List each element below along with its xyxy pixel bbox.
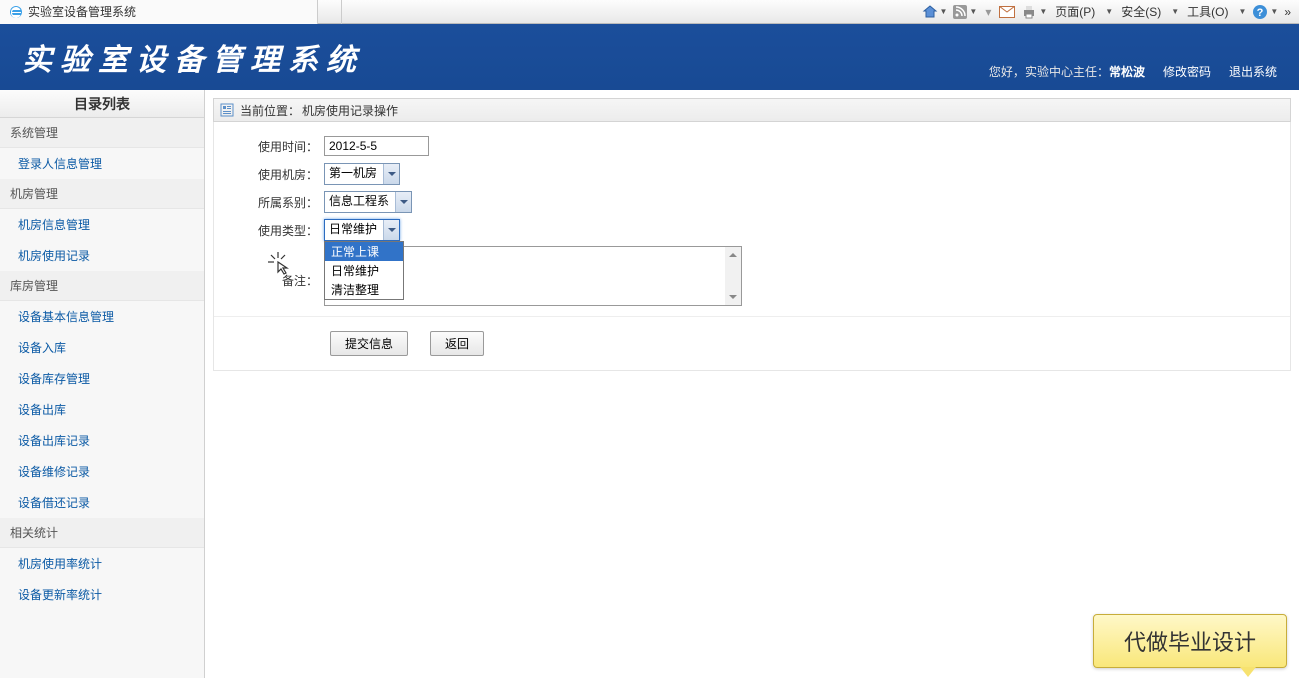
- submit-button[interactable]: 提交信息: [330, 331, 408, 356]
- sidebar-item[interactable]: 机房使用率统计: [0, 548, 204, 579]
- sidebar-category: 机房管理: [0, 179, 204, 209]
- svg-text:?: ?: [1257, 7, 1264, 19]
- form: 使用时间： 使用机房： 第一机房 所属系别： 信息工程系: [213, 122, 1291, 371]
- sidebar-item[interactable]: 登录人信息管理: [0, 148, 204, 179]
- type-option[interactable]: 日常维护: [325, 261, 403, 280]
- textarea-scrollbar[interactable]: [725, 247, 741, 305]
- sidebar-item[interactable]: 设备维修记录: [0, 456, 204, 487]
- sidebar-item[interactable]: 设备出库: [0, 394, 204, 425]
- change-password-link[interactable]: 修改密码: [1163, 63, 1211, 80]
- type-option[interactable]: 正常上课: [325, 242, 403, 261]
- greeting: 您好，实验中心主任：常松波: [989, 63, 1145, 80]
- location-value: 机房使用记录操作: [302, 102, 398, 119]
- content-area: 当前位置： 机房使用记录操作 使用时间： 使用机房： 第一机房 所属系别：: [205, 90, 1299, 678]
- room-select[interactable]: 第一机房: [324, 163, 400, 185]
- location-icon: [220, 103, 234, 117]
- type-select[interactable]: 日常维护 正常上课 日常维护 清洁整理: [324, 219, 400, 241]
- type-label: 使用类型：: [214, 222, 324, 239]
- expand-icon[interactable]: »: [1284, 5, 1291, 19]
- splitter[interactable]: [204, 90, 205, 678]
- dept-select[interactable]: 信息工程系: [324, 191, 412, 213]
- browser-chrome: 实验室设备管理系统 ▼ ▼ ▾ ▼ 页面(P)▼ 安全(S)▼ 工具(O)▼ ?…: [0, 0, 1299, 24]
- room-label: 使用机房：: [214, 166, 324, 183]
- location-prefix: 当前位置：: [240, 102, 300, 119]
- ie-icon: [8, 4, 24, 20]
- menu-safety[interactable]: 安全(S): [1119, 3, 1163, 20]
- sidebar-category: 相关统计: [0, 518, 204, 548]
- feed-icon[interactable]: ▼: [953, 5, 977, 19]
- browser-toolbar: ▼ ▼ ▾ ▼ 页面(P)▼ 安全(S)▼ 工具(O)▼ ?▼ »: [922, 3, 1299, 20]
- tab-title: 实验室设备管理系统: [28, 3, 136, 20]
- sidebar-category: 库房管理: [0, 271, 204, 301]
- logout-link[interactable]: 退出系统: [1229, 63, 1277, 80]
- back-button[interactable]: 返回: [430, 331, 484, 356]
- sidebar-item[interactable]: 设备入库: [0, 332, 204, 363]
- tooltip-balloon: 代做毕业设计: [1093, 614, 1287, 668]
- sidebar-item[interactable]: 设备基本信息管理: [0, 301, 204, 332]
- home-icon[interactable]: ▼: [922, 4, 948, 20]
- time-input[interactable]: [324, 136, 429, 156]
- time-label: 使用时间：: [214, 138, 324, 155]
- sidebar-item[interactable]: 机房使用记录: [0, 240, 204, 271]
- sidebar-item[interactable]: 机房信息管理: [0, 209, 204, 240]
- breadcrumb: 当前位置： 机房使用记录操作: [213, 98, 1291, 122]
- sidebar-title: 目录列表: [0, 90, 204, 118]
- app-title: 实验室设备管理系统: [22, 35, 364, 79]
- new-tab-button[interactable]: [318, 0, 342, 24]
- sidebar-item[interactable]: 设备借还记录: [0, 487, 204, 518]
- user-area: 您好，实验中心主任：常松波 修改密码 退出系统: [989, 63, 1277, 80]
- type-option[interactable]: 清洁整理: [325, 280, 403, 299]
- sidebar-category: 系统管理: [0, 118, 204, 148]
- dept-label: 所属系别：: [214, 194, 324, 211]
- app-header: 实验室设备管理系统 您好，实验中心主任：常松波 修改密码 退出系统: [0, 24, 1299, 90]
- browser-tab[interactable]: 实验室设备管理系统: [0, 0, 318, 24]
- sidebar: 目录列表 系统管理登录人信息管理机房管理机房信息管理机房使用记录库房管理设备基本…: [0, 90, 205, 678]
- help-icon[interactable]: ?▼: [1252, 4, 1278, 20]
- sidebar-item[interactable]: 设备库存管理: [0, 363, 204, 394]
- type-dropdown: 正常上课 日常维护 清洁整理: [324, 241, 404, 300]
- menu-page[interactable]: 页面(P): [1053, 3, 1097, 20]
- mail-icon[interactable]: [999, 6, 1015, 18]
- print-icon[interactable]: ▼: [1021, 4, 1047, 20]
- menu-tools[interactable]: 工具(O): [1185, 3, 1230, 20]
- sidebar-item[interactable]: 设备出库记录: [0, 425, 204, 456]
- remark-label: 备注：: [214, 246, 324, 289]
- sidebar-item[interactable]: 设备更新率统计: [0, 579, 204, 610]
